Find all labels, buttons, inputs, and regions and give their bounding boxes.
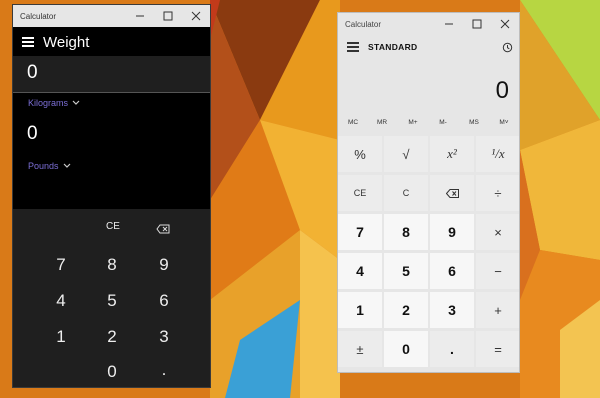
memory-subtract-button[interactable]: M-	[428, 119, 458, 126]
converter-keypad: CE 7 8 9 4 5 6 1 2 3 0 .	[13, 209, 210, 387]
key-4[interactable]: 4	[51, 291, 71, 311]
maximize-icon[interactable]	[463, 13, 491, 35]
history-icon[interactable]	[502, 42, 513, 53]
key-5[interactable]: 5	[102, 291, 122, 311]
output-value: 0	[27, 123, 38, 144]
memory-store-button[interactable]: MS	[459, 119, 489, 126]
key-9[interactable]: 9	[154, 255, 174, 275]
input-value-field[interactable]: 0	[13, 56, 210, 93]
key-6[interactable]: 6	[430, 253, 474, 289]
close-icon[interactable]	[491, 13, 519, 35]
key-1[interactable]: 1	[51, 327, 71, 347]
sqrt-button[interactable]: √	[384, 136, 428, 172]
from-unit-label: Kilograms	[28, 98, 69, 108]
result-display: 0	[495, 77, 509, 104]
memory-list-button[interactable]: M˅	[489, 119, 519, 126]
chevron-down-icon	[72, 100, 80, 105]
key-7[interactable]: 7	[51, 255, 71, 275]
title-bar[interactable]: Calculator	[338, 13, 519, 35]
input-value: 0	[27, 62, 38, 83]
subtract-button[interactable]: −	[476, 253, 519, 289]
key-8[interactable]: 8	[384, 214, 428, 250]
negate-button[interactable]: ±	[338, 331, 382, 367]
close-icon[interactable]	[182, 5, 210, 27]
window-title: Calculator	[345, 19, 382, 29]
maximize-icon[interactable]	[154, 5, 182, 27]
chevron-down-icon	[63, 163, 70, 168]
multiply-button[interactable]: ×	[476, 214, 519, 250]
key-decimal[interactable]: .	[154, 360, 174, 380]
memory-clear-button[interactable]: MC	[338, 119, 368, 126]
mode-title: Weight	[43, 33, 90, 51]
converter-window: Calculator Weight 0 Kilograms 0 Pounds C…	[12, 4, 211, 388]
clear-button[interactable]: C	[384, 175, 428, 211]
add-button[interactable]: +	[476, 292, 519, 328]
memory-recall-button[interactable]: MR	[367, 119, 397, 126]
minimize-icon[interactable]	[126, 5, 154, 27]
percent-button[interactable]: %	[338, 136, 382, 172]
memory-add-button[interactable]: M+	[398, 119, 428, 126]
backspace-button[interactable]	[430, 175, 474, 211]
backspace-icon	[445, 188, 459, 198]
key-5[interactable]: 5	[384, 253, 428, 289]
key-2[interactable]: 2	[102, 327, 122, 347]
decimal-button[interactable]: .	[430, 331, 474, 367]
key-3[interactable]: 3	[154, 327, 174, 347]
mode-title: STANDARD	[368, 42, 418, 52]
key-0[interactable]: 0	[384, 331, 428, 367]
title-bar[interactable]: Calculator	[13, 5, 210, 27]
window-title: Calculator	[20, 11, 57, 21]
minimize-icon[interactable]	[435, 13, 463, 35]
key-4[interactable]: 4	[338, 253, 382, 289]
divide-button[interactable]: ÷	[476, 175, 519, 211]
key-8[interactable]: 8	[102, 255, 122, 275]
key-ce[interactable]: CE	[98, 221, 128, 232]
key-7[interactable]: 7	[338, 214, 382, 250]
equals-button[interactable]: =	[476, 331, 519, 367]
clear-entry-button[interactable]: CE	[338, 175, 382, 211]
from-unit-select[interactable]: Kilograms	[28, 98, 80, 108]
backspace-icon[interactable]	[151, 221, 175, 239]
key-0[interactable]: 0	[102, 362, 122, 382]
key-3[interactable]: 3	[430, 292, 474, 328]
menu-icon[interactable]	[347, 42, 359, 52]
to-unit-label: Pounds	[28, 161, 59, 171]
menu-icon[interactable]	[22, 37, 34, 47]
standard-header: STANDARD	[338, 37, 519, 57]
converter-header: Weight	[13, 28, 210, 56]
key-6[interactable]: 6	[154, 291, 174, 311]
key-1[interactable]: 1	[338, 292, 382, 328]
reciprocal-button[interactable]: ¹/x	[476, 136, 519, 172]
key-2[interactable]: 2	[384, 292, 428, 328]
key-9[interactable]: 9	[430, 214, 474, 250]
to-unit-select[interactable]: Pounds	[28, 161, 71, 171]
square-button[interactable]: x²	[430, 136, 474, 172]
standard-calculator-window: Calculator STANDARD 0 MC MR M+ M- MS M˅ …	[337, 12, 520, 373]
